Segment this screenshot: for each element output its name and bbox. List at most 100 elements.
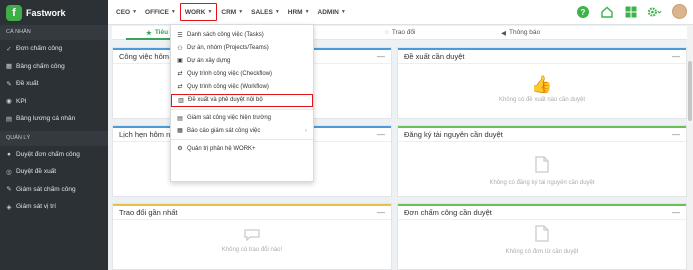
caret-down-icon: ▼ [132, 9, 138, 15]
section-manage: QUẢN LÝ [0, 130, 108, 146]
panel-title: Công việc hôm n [119, 52, 176, 61]
home-icon[interactable] [600, 5, 614, 19]
sidebar-item-label: Đơn chấm công [16, 45, 63, 53]
megaphone-icon: ◀ [501, 29, 506, 37]
empty-state: Không có đăng ký tài nguyên cần duyệt [398, 156, 686, 186]
apps-grid-icon[interactable] [624, 5, 638, 19]
caret-down-icon: ▼ [238, 9, 244, 15]
empty-text: Không có đơn từ cần duyệt [505, 249, 579, 255]
gear-icon: ⚙ [177, 146, 183, 153]
menu-item-field-monitoring[interactable]: ▤ Giám sát công việc hiện trường [171, 112, 313, 125]
empty-text: Không có đề xuất nào cần duyệt [498, 97, 586, 103]
top-navbar: CEO ▼ OFFICE ▼ WORK ▼ CRM ▼ SALES ▼ HRM ▼ ADMI… [108, 0, 693, 25]
menu-label: ADMIN [317, 8, 339, 16]
tab-overview[interactable]: ★ Tiêu [146, 29, 168, 37]
pencil-icon: ✎ [6, 186, 12, 194]
sidebar: f Fastwork CÁ NHÂN ✓ Đơn chấm công ▦ Bảng … [0, 0, 108, 270]
collapse-icon[interactable]: — [377, 52, 385, 61]
sidebar-item-label: Giám sát chấm công [16, 185, 76, 193]
collapse-icon[interactable]: — [672, 208, 680, 217]
help-icon[interactable]: ? [576, 5, 590, 19]
chat-icon: ◌ [385, 29, 389, 36]
panel-title: Lịch hẹn hôm n [119, 130, 171, 139]
sidebar-item-timesheet[interactable]: ▦ Bảng chấm công [0, 58, 108, 76]
menu-item-projects[interactable]: ⚇ Dự án, nhóm (Projects/Teams) [171, 42, 313, 55]
panel-proposals-pending: Đề xuất cần duyệt — 👍 Không có đề xuất nà… [397, 47, 687, 119]
empty-state: Không có trao đổi nào! [113, 229, 391, 253]
menu-item-label: Dự án, nhóm (Projects/Teams) [187, 45, 269, 52]
scrollbar[interactable] [687, 25, 693, 270]
sidebar-item-label: Duyệt đơn chấm công [16, 150, 80, 158]
menu-item-label: Quản trị phân hệ WORK+ [187, 145, 256, 152]
sidebar-item-timesheet-request[interactable]: ✓ Đơn chấm công [0, 40, 108, 58]
avatar[interactable] [672, 4, 687, 19]
target-icon: ◉ [6, 98, 12, 106]
menu-sales[interactable]: SALES ▼ [247, 0, 284, 25]
top-menu: CEO ▼ OFFICE ▼ WORK ▼ CRM ▼ SALES ▼ HRM ▼ ADMI… [108, 0, 350, 25]
location-icon: ◈ [6, 203, 12, 211]
menu-item-label: Báo cáo giám sát công việc [187, 127, 261, 134]
menu-item-workflow[interactable]: ⇄ Quy trình công việc (Workflow) [171, 80, 313, 93]
caret-down-icon: ▼ [207, 9, 213, 15]
panel-header: Đăng ký tài nguyên cần duyệt — [398, 128, 686, 142]
collapse-icon[interactable]: — [377, 208, 385, 217]
menu-label: OFFICE [145, 8, 169, 16]
collapse-icon[interactable]: — [672, 52, 680, 61]
menu-item-checkflow[interactable]: ⇄ Quy trình công việc (Checkflow) [171, 67, 313, 80]
menu-admin[interactable]: ADMIN ▼ [314, 0, 350, 25]
approval-icon: ▥ [178, 97, 184, 104]
check-icon: ✓ [6, 45, 12, 53]
menu-crm[interactable]: CRM ▼ [217, 0, 247, 25]
collapse-icon[interactable]: — [672, 130, 680, 139]
panel-header: Đề xuất cần duyệt — [398, 50, 686, 64]
circle-icon: ● [7, 150, 11, 158]
sidebar-item-monitor-timesheet[interactable]: ✎ Giám sát chấm công [0, 181, 108, 199]
sidebar-item-kpi[interactable]: ◉ KPI [0, 93, 108, 111]
panel-title: Đơn chấm công cần duyệt [404, 208, 492, 217]
menu-item-monitoring-report[interactable]: ▦ Báo cáo giám sát công việc › [171, 125, 313, 138]
caret-down-icon: ▼ [274, 9, 280, 15]
menu-item-work-admin[interactable]: ⚙ Quản trị phân hệ WORK+ [171, 142, 313, 155]
sidebar-item-label: Giám sát vị trí [16, 203, 57, 211]
chevron-right-icon: › [305, 127, 307, 134]
work-dropdown-menu: ☰ Danh sách công việc (Tasks) ⚇ Dự án, nhó… [170, 24, 314, 182]
settings-gear-icon[interactable] [648, 5, 662, 19]
panel-title: Trao đổi gần nhất [119, 208, 178, 217]
panel-header: Đơn chấm công cần duyệt — [398, 206, 686, 220]
table-icon: ▦ [5, 63, 13, 71]
menu-item-label: Giám sát công việc hiện trường [187, 115, 271, 122]
menu-office[interactable]: OFFICE ▼ [141, 0, 180, 25]
monitor-icon: ▤ [177, 115, 183, 122]
brand-name: Fastwork [26, 7, 66, 18]
document-icon [535, 225, 549, 245]
section-personal: CÁ NHÂN [0, 25, 108, 40]
sidebar-item-monitor-location[interactable]: ◈ Giám sát vị trí [0, 198, 108, 216]
menu-item-internal-approval[interactable]: ▥ Đề xuất và phê duyệt nội bộ [171, 93, 313, 107]
menu-item-construction[interactable]: ▣ Dự án xây dựng [171, 55, 313, 68]
tab-notifications[interactable]: ◀ Thông báo [501, 29, 540, 37]
report-icon: ▦ [177, 128, 183, 135]
logo[interactable]: f Fastwork [0, 0, 108, 25]
caret-down-icon: ▼ [340, 9, 346, 15]
svg-text:?: ? [581, 8, 586, 17]
collapse-icon[interactable]: — [377, 130, 385, 139]
menu-work[interactable]: WORK ▼ [179, 3, 218, 21]
sidebar-item-payroll[interactable]: ▤ Bảng lương cá nhân [0, 110, 108, 128]
scrollbar-thumb[interactable] [688, 61, 692, 121]
menu-hrm[interactable]: HRM ▼ [284, 0, 314, 25]
menu-item-label: Quy trình công việc (Workflow) [187, 83, 269, 90]
menu-item-tasks[interactable]: ☰ Danh sách công việc (Tasks) [171, 29, 313, 42]
sidebar-item-proposal[interactable]: ✎ Đề xuất [0, 75, 108, 93]
sidebar-item-label: Bảng lương cá nhân [16, 115, 76, 123]
team-icon: ⚇ [177, 45, 183, 52]
caret-down-icon: ▼ [170, 9, 176, 15]
sidebar-item-label: Bảng chấm công [16, 62, 65, 70]
tab-discussion[interactable]: ◌ Trao đổi [385, 29, 415, 36]
sidebar-item-approve-timesheet[interactable]: ● Duyệt đơn chấm công [0, 146, 108, 164]
flow-icon: ⇄ [177, 71, 183, 78]
divider [171, 139, 313, 141]
menu-item-label: Đề xuất và phê duyệt nội bộ [188, 97, 263, 104]
sidebar-item-approve-proposal[interactable]: ◎ Duyệt đề xuất [0, 163, 108, 181]
document-icon [535, 156, 549, 176]
menu-ceo[interactable]: CEO ▼ [112, 0, 141, 25]
